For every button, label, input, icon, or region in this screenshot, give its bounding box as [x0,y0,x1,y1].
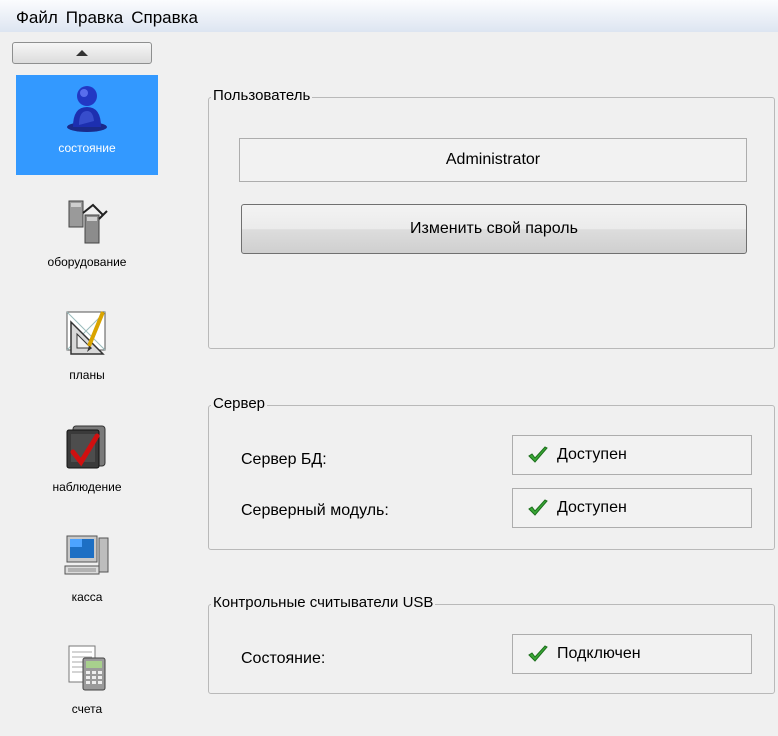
arrow-up-icon [76,50,88,56]
username-field: Administrator [239,138,747,182]
cashier-computer-icon [64,535,109,575]
sidebar-item-cashier[interactable]: касса [16,524,158,624]
scroll-up-button[interactable] [12,42,152,64]
sidebar-item-label: оборудование [47,255,127,269]
change-password-button[interactable]: Изменить свой пароль [241,204,747,254]
server-module-status: Доступен [512,488,752,528]
db-server-status-text: Доступен [557,446,627,463]
check-icon [528,645,548,662]
sidebar-item-label: планы [69,368,105,382]
user-group-title: Пользователь [211,87,313,105]
sidebar-item-label: касса [71,590,103,604]
sidebar-item-label: наблюдение [52,480,122,494]
user-status-icon [67,86,107,132]
user-group: Пользователь Administrator Изменить свой… [208,87,775,349]
monitoring-icon [66,425,106,469]
server-group-title: Сервер [211,395,268,413]
usb-state-label: Состояние: [241,650,326,667]
sidebar-item-label: состояние [58,141,116,155]
sidebar-item-status[interactable]: состояние [16,75,158,175]
server-group: Сервер Сервер БД: Доступен Серверный мод… [208,395,775,550]
plans-icon [66,311,106,355]
menu-file[interactable]: Файл [0,0,62,28]
db-server-status: Доступен [512,435,752,475]
usb-readers-group: Контрольные считыватели USB Состояние: П… [208,594,775,694]
usb-group-title: Контрольные считыватели USB [211,594,436,612]
usb-state-status: Подключен [512,634,752,674]
check-icon [528,446,548,463]
db-server-label: Сервер БД: [241,451,327,468]
sidebar: состояние оборудование планы наблюдение … [8,34,158,732]
menu-bar: Файл Правка Справка [0,0,778,32]
usb-state-status-text: Подключен [557,645,641,662]
hardware-icon [68,200,108,244]
sidebar-item-accounts[interactable]: счета [16,636,158,736]
sidebar-item-monitoring[interactable]: наблюдение [16,414,158,514]
server-module-label: Серверный модуль: [241,502,389,519]
menu-edit[interactable]: Правка [62,0,127,28]
check-icon [528,499,548,516]
sidebar-item-plans[interactable]: планы [16,302,158,402]
menu-help[interactable]: Справка [127,0,202,28]
accounts-calculator-icon [68,645,106,691]
sidebar-item-label: счета [71,702,103,716]
server-module-status-text: Доступен [557,499,627,516]
sidebar-item-hardware[interactable]: оборудование [16,189,158,289]
